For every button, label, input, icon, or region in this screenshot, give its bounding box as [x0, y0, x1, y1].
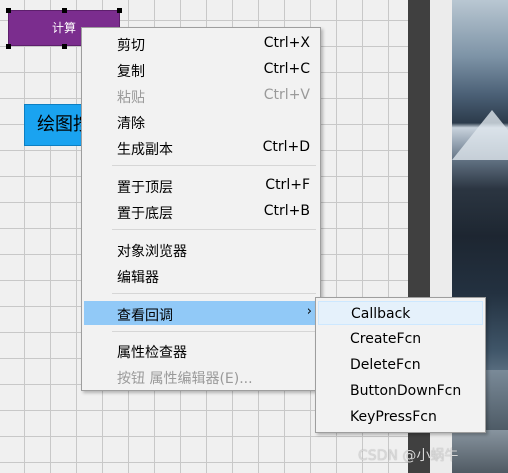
menu-item-label: 生成副本	[117, 142, 173, 158]
selection-handle-tr[interactable]	[117, 8, 122, 13]
menu-item-duplicate[interactable]: 生成副本 Ctrl+D	[84, 135, 318, 159]
menu-item-label: 粘贴	[117, 90, 145, 106]
menu-item-cut[interactable]: 剪切 Ctrl+X	[84, 31, 318, 55]
menu-item-label: 剪切	[117, 38, 145, 54]
menu-item-copy[interactable]: 复制 Ctrl+C	[84, 57, 318, 81]
menu-item-shortcut: Ctrl+X	[263, 35, 310, 51]
callbacks-submenu: Callback CreateFcn DeleteFcn ButtonDownF…	[315, 297, 486, 433]
menu-item-label: 按钮 属性编辑器(E)...	[117, 371, 253, 387]
menu-separator	[112, 331, 316, 332]
menu-separator	[112, 229, 316, 230]
chevron-right-icon: ›	[306, 304, 312, 319]
context-menu: 剪切 Ctrl+X 复制 Ctrl+C 粘贴 Ctrl+V 清除 生成副本 Ct…	[81, 27, 321, 391]
menu-item-shortcut: Ctrl+F	[265, 177, 310, 193]
calculate-button-label: 计算	[51, 21, 76, 35]
menu-item-label: 清除	[117, 116, 145, 132]
watermark: CSDN @小蜗牛	[358, 448, 459, 464]
selection-handle-bm[interactable]	[62, 44, 67, 49]
submenu-item-buttondownfcn[interactable]: ButtonDownFcn	[318, 379, 483, 403]
menu-item-send-to-back[interactable]: 置于底层 Ctrl+B	[84, 199, 318, 223]
menu-item-paste: 粘贴 Ctrl+V	[84, 83, 318, 107]
menu-item-view-callbacks[interactable]: 查看回调 ›	[84, 301, 318, 325]
menu-item-shortcut: Ctrl+B	[263, 203, 310, 219]
menu-item-property-editor: 按钮 属性编辑器(E)...	[84, 364, 318, 388]
submenu-item-label: Callback	[351, 306, 411, 322]
selection-handle-tl[interactable]	[6, 8, 11, 13]
selection-handle-tm[interactable]	[62, 8, 67, 13]
mountain-peak	[452, 110, 508, 160]
submenu-item-keypressfcn[interactable]: KeyPressFcn	[318, 405, 483, 429]
menu-item-shortcut: Ctrl+D	[262, 139, 310, 155]
menu-item-clear[interactable]: 清除	[84, 109, 318, 133]
menu-item-shortcut: Ctrl+C	[263, 61, 310, 77]
submenu-item-label: ButtonDownFcn	[350, 383, 462, 399]
menu-item-bring-to-front[interactable]: 置于顶层 Ctrl+F	[84, 173, 318, 197]
menu-item-label: 对象浏览器	[117, 244, 187, 260]
submenu-item-deletefcn[interactable]: DeleteFcn	[318, 353, 483, 377]
menu-item-property-inspector[interactable]: 属性检查器	[84, 338, 318, 362]
menu-item-shortcut: Ctrl+V	[263, 87, 310, 103]
submenu-item-label: KeyPressFcn	[350, 409, 437, 425]
menu-item-label: 属性检查器	[117, 345, 187, 361]
menu-separator	[112, 165, 316, 166]
submenu-item-createfcn[interactable]: CreateFcn	[318, 327, 483, 351]
menu-item-label: 编辑器	[117, 270, 159, 286]
menu-item-label: 复制	[117, 64, 145, 80]
menu-item-label: 置于底层	[117, 206, 173, 222]
submenu-item-label: CreateFcn	[350, 331, 422, 347]
menu-item-editor[interactable]: 编辑器	[84, 263, 318, 287]
menu-separator	[112, 293, 316, 294]
selection-handle-bl[interactable]	[6, 44, 11, 49]
submenu-item-label: DeleteFcn	[350, 357, 421, 373]
submenu-item-callback[interactable]: Callback	[318, 301, 483, 325]
menu-item-label: 查看回调	[117, 308, 173, 324]
menu-item-object-browser[interactable]: 对象浏览器	[84, 237, 318, 261]
menu-item-label: 置于顶层	[117, 180, 173, 196]
